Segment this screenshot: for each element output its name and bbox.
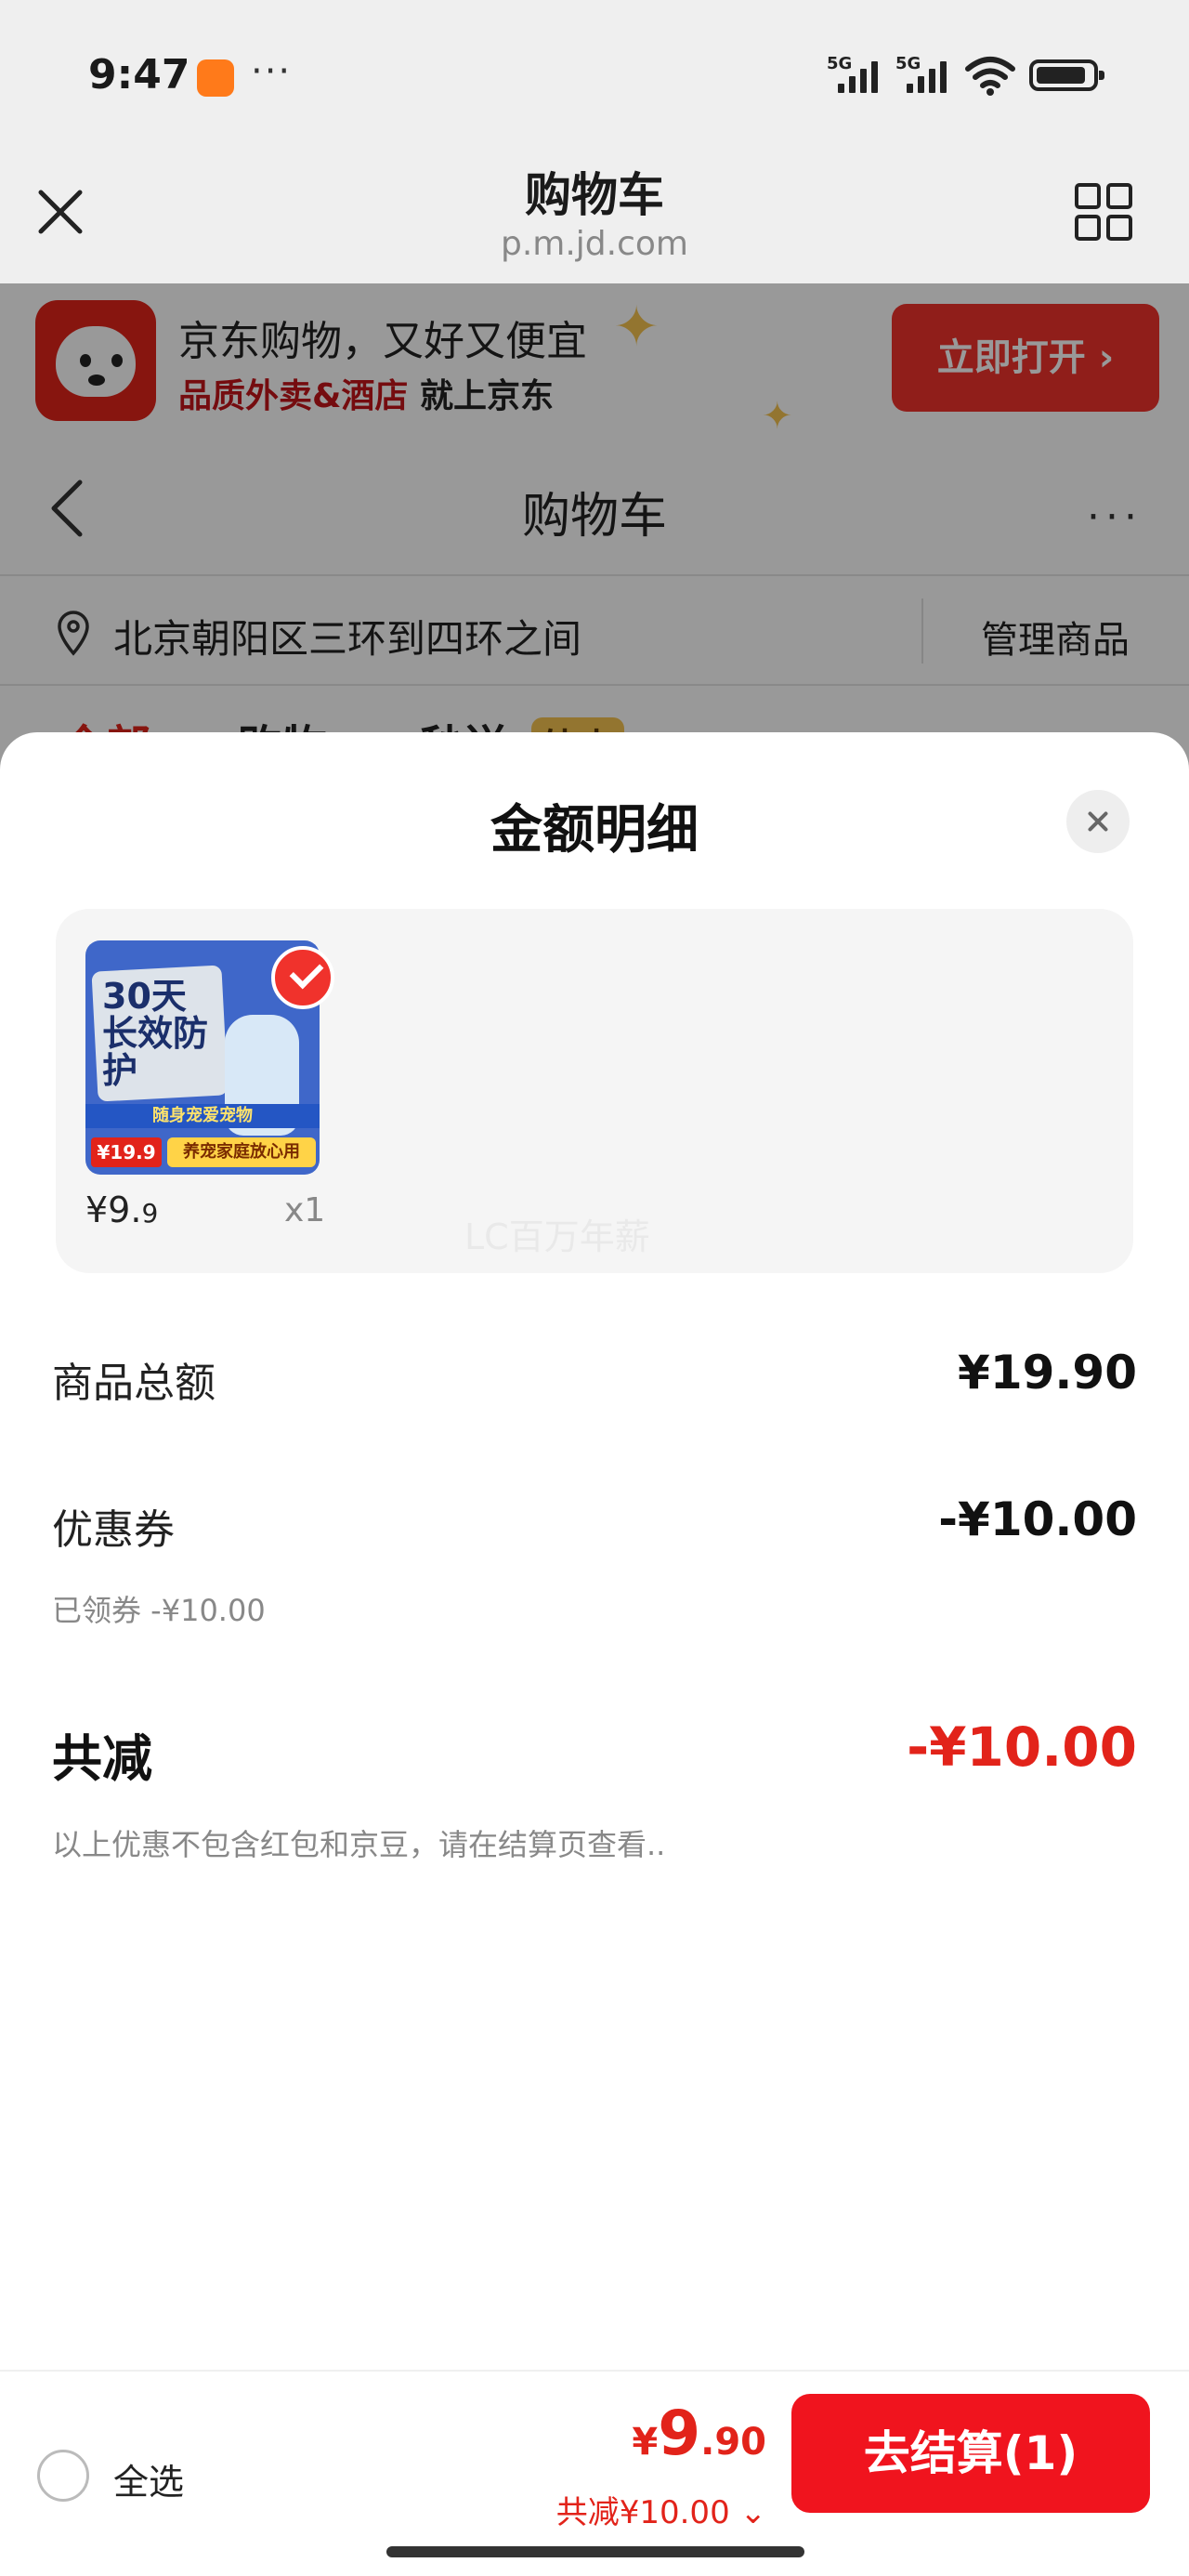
- product-quantity: x1: [284, 1191, 326, 1229]
- subtotal-label: 商品总额: [52, 1360, 216, 1407]
- status-bar: 9:47 ··· 5G 5G: [0, 0, 1189, 149]
- select-all-label[interactable]: 全选: [113, 2453, 184, 2504]
- signal-icon: 5G: [895, 54, 951, 97]
- total-price: ¥9.90: [632, 2398, 766, 2469]
- signal-icon: 5G: [827, 54, 882, 97]
- product-card: 30天长效防护 随身宠爱宠物 ¥19.9 养宠家庭放心用 ¥9.9 x1 LC百…: [56, 909, 1133, 1273]
- taobao-app-icon: [197, 59, 234, 97]
- home-indicator[interactable]: [386, 2546, 804, 2557]
- total-discount-label: 共减: [52, 1729, 152, 1788]
- product-price: ¥9.9: [85, 1189, 159, 1230]
- close-sheet-button[interactable]: [1066, 790, 1130, 853]
- sheet-title: 金额明细: [490, 800, 699, 861]
- total-discount-value: -¥10.00: [907, 1715, 1137, 1779]
- status-more-indicator: ···: [251, 50, 293, 93]
- selected-check-icon[interactable]: [271, 946, 334, 1009]
- status-time: 9:47: [88, 51, 190, 99]
- discount-disclaimer: 以上优惠不包含红包和京豆，请在结算页查看..: [52, 1827, 666, 1862]
- checkout-bar: 全选 ¥9.90 共减¥10.00 ⌄ 去结算(1): [0, 2370, 1189, 2576]
- browser-url: p.m.jd.com: [501, 225, 688, 263]
- coupon-label: 优惠券: [52, 1506, 175, 1554]
- status-icons: 5G 5G: [827, 54, 1104, 97]
- wifi-icon: [965, 57, 1015, 96]
- battery-icon: [1029, 59, 1104, 91]
- checkout-button[interactable]: 去结算(1): [791, 2394, 1150, 2513]
- coupon-value: -¥10.00: [938, 1492, 1137, 1546]
- discount-summary-toggle[interactable]: 共减¥10.00 ⌄: [556, 2487, 766, 2532]
- subtotal-value: ¥19.90: [958, 1346, 1137, 1400]
- amount-details-sheet: 金额明细 30天长效防护 随身宠爱宠物 ¥19.9 养宠家庭放心用 ¥9.9 x…: [0, 732, 1189, 2576]
- browser-header: 购物车 p.m.jd.com: [0, 149, 1189, 283]
- select-all-checkbox[interactable]: [37, 2450, 89, 2502]
- coupon-note: 已领券 -¥10.00: [52, 1593, 266, 1628]
- browser-title: 购物车: [525, 168, 664, 222]
- watermark: LC百万年薪: [464, 1216, 650, 1257]
- grid-menu-icon[interactable]: [1074, 182, 1133, 242]
